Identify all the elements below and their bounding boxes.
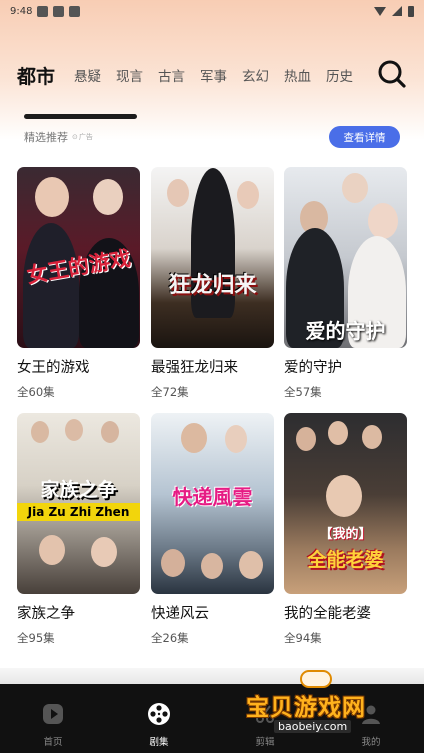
notification-icon (69, 5, 81, 17)
wifi-icon (374, 6, 386, 16)
search-icon[interactable] (377, 59, 407, 89)
drama-card[interactable]: 女王的游戏 女王的游戏 全60集 (17, 167, 140, 400)
site-watermark: 宝贝游戏网 baobeiy.com (246, 668, 396, 743)
gamepad-icon (300, 670, 332, 688)
signal-icon (392, 6, 402, 16)
drama-card[interactable]: 狂龙归来 最强狂龙归来 全72集 (151, 167, 274, 400)
poster-image[interactable]: 【我的】 全能老婆 (284, 413, 407, 594)
tab-junshi[interactable]: 军事 (200, 65, 227, 85)
recommend-row: 精选推荐 ⊙ 广告 查看详情 (24, 126, 400, 148)
episode-count: 全94集 (284, 631, 322, 645)
poster-title-overlay: 家族之争 (40, 479, 117, 501)
tab-dushi[interactable]: 都市 (17, 62, 55, 89)
nav-label-dramas: 剧集 (149, 737, 169, 748)
watermark-url: baobeiy.com (274, 720, 352, 733)
tab-rexue[interactable]: 热血 (284, 65, 311, 85)
nav-dramas[interactable]: 剧集 (106, 684, 212, 753)
ad-tag-icon: ⊙ (72, 133, 78, 141)
poster-image[interactable]: 女王的游戏 (17, 167, 140, 348)
drama-title: 爱的守护 (284, 360, 342, 376)
poster-title-overlay: 爱的守护 (305, 319, 386, 343)
nav-home[interactable]: 首页 (0, 684, 106, 753)
film-reel-icon (148, 703, 170, 725)
tab-guyan[interactable]: 古言 (158, 65, 185, 85)
poster-image[interactable]: 家族之争 Jia Zu Zhi Zhen (17, 413, 140, 594)
episode-count: 全57集 (284, 385, 322, 399)
nav-label-home: 首页 (43, 737, 63, 748)
view-details-button[interactable]: 查看详情 (329, 126, 400, 148)
ad-label: 广告 (78, 133, 93, 141)
status-time: 9:48 (10, 5, 33, 17)
tab-lishi[interactable]: 历史 (326, 65, 353, 85)
poster-title-overlay: 狂龙归来 (168, 273, 257, 298)
tab-xuanyi[interactable]: 悬疑 (74, 65, 101, 85)
watermark-text: 宝贝游戏网 (246, 695, 366, 721)
poster-image[interactable]: 快递風雲 (151, 413, 274, 594)
poster-image[interactable]: 狂龙归来 (151, 167, 274, 348)
poster-subtitle-overlay: Jia Zu Zhi Zhen (17, 503, 140, 521)
status-bar: 9:48 (0, 0, 424, 22)
poster-title-overlay: 快递風雲 (172, 485, 253, 509)
battery-icon (408, 5, 414, 17)
recommend-label: 精选推荐 (24, 131, 68, 144)
drama-title: 快递风云 (151, 606, 209, 622)
poster-tag-overlay: 【我的】 (319, 527, 372, 542)
drama-card[interactable]: 快递風雲 快递风云 全26集 (151, 413, 274, 646)
episode-count: 全72集 (151, 385, 189, 399)
drama-card[interactable]: 【我的】 全能老婆 我的全能老婆 全94集 (284, 413, 407, 646)
drama-title: 家族之争 (17, 606, 75, 622)
poster-title-overlay: 全能老婆 (307, 549, 384, 571)
drama-title: 最强狂龙归来 (151, 360, 238, 376)
tab-xianyan[interactable]: 现言 (116, 65, 143, 85)
episode-count: 全60集 (17, 385, 55, 399)
episode-count: 全26集 (151, 631, 189, 645)
notification-icon (37, 5, 49, 17)
drama-title: 我的全能老婆 (284, 606, 371, 622)
notification-icon (53, 5, 65, 17)
episode-count: 全95集 (17, 631, 55, 645)
banner-edge (24, 114, 137, 119)
tab-xuanhuan[interactable]: 玄幻 (242, 65, 269, 85)
play-circle-icon (43, 704, 63, 724)
drama-card[interactable]: 爱的守护 爱的守护 全57集 (284, 167, 407, 400)
category-tabs: 都市 悬疑 现言 古言 军事 玄幻 热血 历史 (0, 56, 424, 94)
drama-title: 女王的游戏 (17, 360, 90, 376)
poster-image[interactable]: 爱的守护 (284, 167, 407, 348)
drama-card[interactable]: 家族之争 Jia Zu Zhi Zhen 家族之争 全95集 (17, 413, 140, 646)
